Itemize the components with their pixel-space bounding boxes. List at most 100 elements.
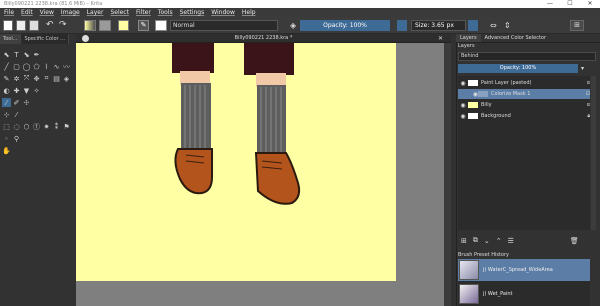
menu-layer[interactable]: Layer <box>87 9 104 16</box>
pan-tool-icon[interactable]: ✋ <box>2 146 11 155</box>
mirror-vertical-icon[interactable]: ⇕ <box>504 20 514 31</box>
rectangular-select-icon[interactable]: ⬚ <box>2 122 11 131</box>
layer-row-selected[interactable]: ◉ Colorize Mask 1 ⊡ <box>458 89 590 99</box>
size-reset-button[interactable] <box>468 20 478 31</box>
add-layer-icon[interactable]: ⊞ <box>461 237 467 245</box>
blend-mode-select[interactable]: Normal <box>170 20 278 31</box>
polygon-tool-icon[interactable]: ⬠ <box>32 62 41 71</box>
bezier-select-icon[interactable]: ⚑ <box>62 122 71 131</box>
dynamic-brush-icon[interactable]: ✎ <box>2 74 11 83</box>
opacity-slider[interactable]: Opacity: 100% <box>300 20 390 31</box>
layer-list-scrollbar[interactable] <box>591 76 596 230</box>
menu-select[interactable]: Select <box>110 9 129 16</box>
delete-layer-icon[interactable]: 🗑︎ <box>570 237 579 245</box>
layer-row[interactable]: ◉ Background 🔒︎ <box>458 111 590 121</box>
freehand-select-icon[interactable]: ⓕ <box>32 122 41 131</box>
canvas-vertical-scrollbar[interactable] <box>444 43 451 306</box>
elliptical-select-icon[interactable]: ◌ <box>12 122 21 131</box>
assistant-tool-icon[interactable]: ✐ <box>12 98 21 107</box>
tab-advanced-color-selector[interactable]: Advanced Color Selector <box>481 34 550 42</box>
menu-help[interactable]: Help <box>242 9 256 16</box>
fill-tool-icon[interactable]: ◈ <box>62 74 71 83</box>
alpha-lock-icon[interactable]: α <box>587 102 590 108</box>
menu-window[interactable]: Window <box>211 9 235 16</box>
menu-filter[interactable]: Filter <box>136 9 151 16</box>
reference-images-icon[interactable]: ⊹ <box>2 110 11 119</box>
close-button[interactable]: ✕ <box>580 0 600 8</box>
eraser-mode-icon[interactable]: ◈ <box>290 20 300 31</box>
duplicate-layer-icon[interactable]: ⧉ <box>473 236 478 245</box>
undo-icon[interactable]: ↶ <box>46 20 56 31</box>
gradient-tool-icon[interactable]: ▤ <box>52 74 61 83</box>
enclose-fill-icon[interactable]: ✧ <box>32 86 41 95</box>
move-layer-down-icon[interactable]: ⌄ <box>484 237 490 245</box>
tab-toolbox[interactable]: Tool... <box>0 34 22 44</box>
lock-icon[interactable]: 🔒︎ <box>587 113 590 119</box>
canvas[interactable] <box>76 43 396 281</box>
edit-key-strokes-icon[interactable]: ⊡ <box>586 91 590 97</box>
document-tab-title[interactable]: Billy090221 2238.kra * <box>76 34 451 43</box>
minimize-button[interactable]: — <box>540 0 560 8</box>
tab-specific-color-selector[interactable]: Specific Color ... <box>21 34 69 44</box>
line-tool-icon[interactable]: ╱ <box>2 62 11 71</box>
menu-image[interactable]: Image <box>61 9 80 16</box>
brush-preset-item[interactable]: j) WaterC_Spread_WideArea <box>458 259 590 281</box>
maximize-button[interactable]: ☐ <box>560 0 580 8</box>
foreground-color-swatch[interactable] <box>118 20 129 31</box>
freehand-path-icon[interactable]: 〰 <box>62 62 71 71</box>
pattern-edit-icon[interactable]: ⁄ <box>12 110 21 119</box>
bezier-tool-icon[interactable]: ∿ <box>52 62 61 71</box>
pattern-swatch[interactable] <box>99 20 111 31</box>
colorize-mask-icon[interactable]: ◐ <box>2 86 11 95</box>
menu-view[interactable]: View <box>40 9 54 16</box>
fill-bucket-icon[interactable]: ▼ <box>22 86 31 95</box>
close-document-icon[interactable]: ✕ <box>438 34 443 43</box>
crop-tool-icon[interactable]: ⌗ <box>42 74 51 83</box>
alpha-lock-icon[interactable]: α <box>587 80 590 86</box>
magnetic-select-icon[interactable]: ◦ <box>2 134 11 143</box>
layer-opacity-slider[interactable]: Opacity: 100% <box>458 64 578 73</box>
move-layer-up-icon[interactable]: ⌃ <box>496 237 502 245</box>
menu-settings[interactable]: Settings <box>180 9 205 16</box>
visibility-eye-icon[interactable]: ◉ <box>458 113 468 120</box>
edit-shapes-icon[interactable]: ⬊ <box>22 50 31 59</box>
visibility-eye-icon[interactable]: ◉ <box>458 102 468 109</box>
text-tool-icon[interactable]: T <box>12 50 21 59</box>
brush-settings-icon[interactable]: ✎ <box>138 20 149 31</box>
similar-color-select-icon[interactable]: ⁑ <box>52 122 61 131</box>
layer-blend-mode-select[interactable]: Behind <box>458 52 596 61</box>
menu-edit[interactable]: Edit <box>21 9 33 16</box>
polygonal-select-icon[interactable]: ⬡ <box>22 122 31 131</box>
layer-row[interactable]: ◉ Paint Layer (pasted) α <box>458 78 590 88</box>
select-shapes-icon[interactable]: ⬉ <box>2 50 11 59</box>
zoom-tool-icon[interactable]: ⚲ <box>12 134 21 143</box>
mirror-horizontal-icon[interactable]: ⇔ <box>490 20 500 31</box>
menu-file[interactable]: File <box>4 9 14 16</box>
layer-row[interactable]: ◉ Billy α <box>458 100 590 110</box>
opacity-reset-button[interactable] <box>397 20 407 31</box>
save-document-icon[interactable] <box>29 20 39 31</box>
brush-preset-icon[interactable] <box>155 20 167 31</box>
multibrush-icon[interactable]: ✲ <box>12 74 21 83</box>
calligraphy-icon[interactable]: ✒ <box>32 50 41 59</box>
measure-tool-icon[interactable]: ☩ <box>22 98 31 107</box>
color-picker-icon[interactable]: ⁄ <box>2 98 11 107</box>
size-slider[interactable]: Size: 3.65 px <box>411 20 466 31</box>
tab-layers[interactable]: Layers <box>456 34 481 42</box>
brush-preset-item[interactable]: j) Wet_Paint <box>458 283 590 305</box>
menu-tools[interactable]: Tools <box>158 9 173 16</box>
polyline-tool-icon[interactable]: ⌇ <box>42 62 51 71</box>
rectangle-tool-icon[interactable]: ▢ <box>12 62 21 71</box>
visibility-eye-icon[interactable]: ◉ <box>458 80 468 87</box>
contiguous-select-icon[interactable]: ✷ <box>42 122 51 131</box>
transform-tool-icon[interactable]: ⤧ <box>22 74 31 83</box>
layer-properties-icon[interactable]: ☰ <box>508 237 514 245</box>
gradient-swatch[interactable] <box>84 20 96 31</box>
layer-filter-icon[interactable]: ▾ <box>581 64 589 73</box>
workspace-icon[interactable]: ⊞ <box>570 20 584 31</box>
redo-icon[interactable]: ↷ <box>59 20 69 31</box>
new-document-icon[interactable] <box>3 20 13 31</box>
ellipse-tool-icon[interactable]: ◯ <box>22 62 31 71</box>
open-document-icon[interactable] <box>16 20 26 31</box>
smart-patch-icon[interactable]: ✚ <box>12 86 21 95</box>
